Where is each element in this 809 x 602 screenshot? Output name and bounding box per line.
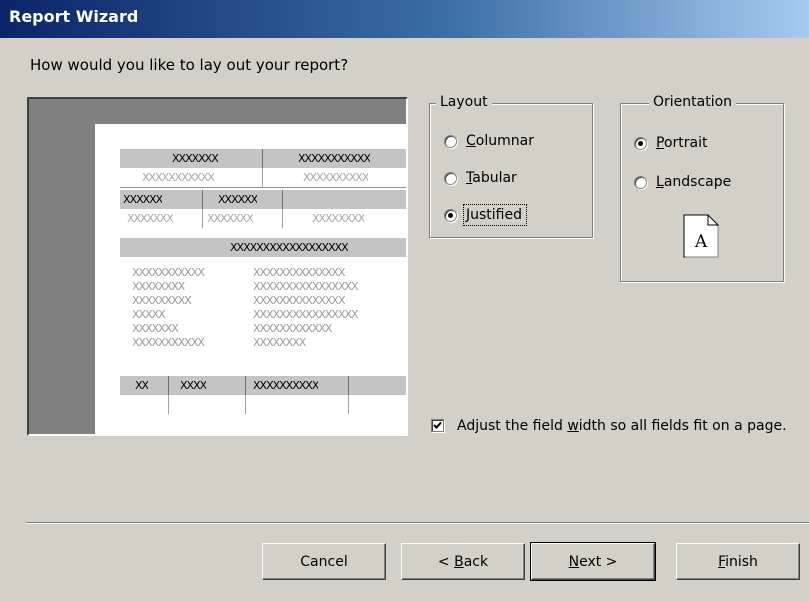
justified-radio-option[interactable]: Justified [444, 204, 528, 226]
columnar-label[interactable]: Columnar [466, 133, 534, 149]
preview-value-row [120, 395, 406, 414]
portrait-label[interactable]: Portrait [656, 135, 707, 151]
checkmark-icon [433, 421, 442, 429]
landscape-label[interactable]: Landscape [656, 174, 731, 190]
preview-cell: XX [135, 379, 149, 392]
wizard-prompt: How would you like to lay out your repor… [30, 56, 349, 74]
preview-cell: XXXXXXXX [312, 212, 365, 225]
preview-right-block: XXXXXXXXXXXXXX XXXXXXXXXXXXXXXX XXXXXXXX… [253, 266, 359, 349]
justified-radio[interactable] [444, 208, 457, 222]
separator [26, 522, 809, 524]
cancel-button[interactable]: Cancel [262, 543, 386, 580]
preview-cell: XXXXXXX [172, 152, 218, 165]
portrait-radio-option[interactable]: Portrait [634, 132, 707, 154]
layout-preview: XXXXXXX XXXXXXXXXXX XXXXXXXXXXX XXXXXXXX… [27, 97, 408, 436]
page-letter: A [694, 232, 708, 252]
back-button[interactable]: < Back [401, 543, 525, 580]
adjust-field-width-label[interactable]: Adjust the field width so all fields fit… [457, 416, 787, 436]
preview-cell: XXXXXXXXXXX [298, 152, 370, 165]
preview-cell: XXXX [180, 379, 207, 392]
preview-cell: XXXXXXX [207, 212, 253, 225]
preview-cell: XXXXXXXXXX [253, 379, 319, 392]
preview-value-row: XXXXXXX XXXXXXX XXXXXXXX [120, 209, 406, 228]
finish-button[interactable]: Finish [676, 543, 800, 580]
orientation-group: Orientation Portrait Landscape A [620, 94, 784, 282]
portrait-radio[interactable] [634, 136, 647, 150]
preview-header-row: XXXXXX XXXXXX [120, 190, 406, 209]
preview-header-row: XXXXXXXXXXXXXXXXXX [120, 238, 406, 257]
tabular-radio[interactable] [444, 171, 457, 185]
preview-left-block: XXXXXXXXXXX XXXXXXXX XXXXXXXXX XXXXX XXX… [132, 266, 205, 349]
preview-cell: XXXXXXXXXX [303, 171, 369, 184]
preview-cell: XXXXXX [123, 193, 163, 206]
justified-label[interactable]: Justified [462, 204, 528, 226]
adjust-field-width-checkbox[interactable] [431, 419, 444, 432]
layout-group: Layout Columnar Tabular Justified [429, 94, 593, 238]
preview-page: XXXXXXX XXXXXXXXXXX XXXXXXXXXXX XXXXXXXX… [95, 124, 406, 434]
preview-cell: XXXXXXXXXXX [142, 171, 214, 184]
next-button[interactable]: Next > [530, 542, 656, 581]
window-title: Report Wizard [9, 7, 139, 26]
landscape-radio-option[interactable]: Landscape [634, 171, 731, 193]
preview-value-row: XXXXXXXXXXX XXXXXXXXXX [120, 168, 406, 187]
columnar-radio-option[interactable]: Columnar [444, 130, 534, 152]
portrait-page-icon: A [683, 214, 719, 258]
layout-legend: Layout [436, 94, 492, 110]
tabular-radio-option[interactable]: Tabular [444, 167, 517, 189]
landscape-radio[interactable] [634, 175, 647, 189]
title-bar: Report Wizard [0, 0, 809, 38]
orientation-legend: Orientation [649, 94, 737, 110]
preview-header-row: XXXXXXX XXXXXXXXXXX [120, 149, 406, 168]
preview-cell: XXXXXXX [127, 212, 173, 225]
tabular-label[interactable]: Tabular [466, 170, 517, 186]
preview-header-row: XX XXXX XXXXXXXXXX [120, 376, 406, 395]
columnar-radio[interactable] [444, 134, 457, 148]
preview-cell: XXXXXXXXXXXXXXXXXX [230, 241, 348, 254]
preview-cell: XXXXXX [218, 193, 258, 206]
